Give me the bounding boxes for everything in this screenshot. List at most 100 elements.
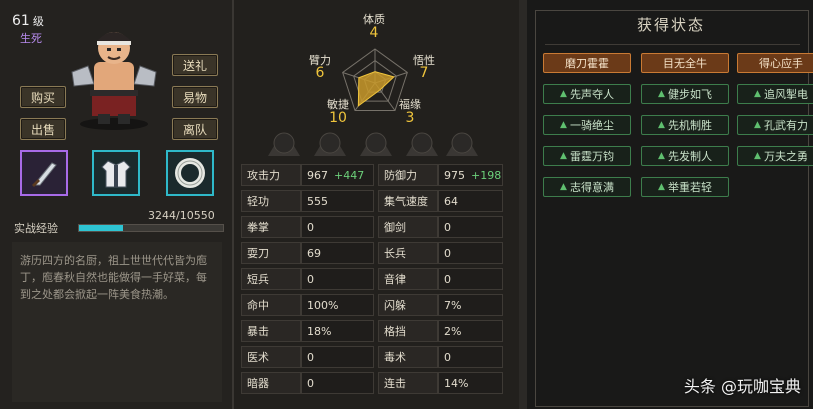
stat-value: 0	[301, 372, 374, 394]
stat-name: 音律	[378, 268, 438, 290]
status-tag-label: 先发制人	[667, 150, 712, 163]
experience-bar	[78, 224, 224, 232]
stat-name-text: 集气速度	[384, 195, 428, 208]
radar-value-constitution: 4	[369, 25, 379, 41]
up-arrow-icon: ▲	[658, 151, 665, 161]
stat-name: 暗器	[241, 372, 301, 394]
stat-value: 7%	[438, 294, 503, 316]
gem-socket-icon[interactable]	[264, 130, 304, 160]
up-arrow-icon: ▲	[754, 89, 761, 99]
stat-row: 轻功 555 集气速度 64	[241, 190, 503, 212]
stat-row: 攻击力 967 +447 防御力 975 +198	[241, 164, 503, 186]
gem-socket-icon[interactable]	[310, 130, 350, 160]
stat-value: 0	[438, 216, 503, 238]
up-arrow-icon: ▲	[658, 182, 665, 192]
stat-name: 耍刀	[241, 242, 301, 264]
stat-value: 0	[438, 268, 503, 290]
up-arrow-icon: ▲	[754, 151, 761, 161]
status-tag[interactable]: 目无全牛	[641, 53, 729, 73]
stat-value: 0	[438, 346, 503, 368]
stat-name-text: 闪躲	[384, 299, 406, 312]
status-tag[interactable]: ▲ 孔武有力	[737, 115, 813, 135]
stat-name-text: 连击	[384, 377, 406, 390]
status-tag-label: 志得意满	[569, 181, 614, 194]
stat-name-text: 御剑	[384, 221, 406, 234]
gift-button[interactable]: 送礼	[172, 54, 218, 76]
status-tag-label: 目无全牛	[663, 57, 707, 70]
status-tag-label: 追风掣电	[763, 88, 808, 101]
stat-row: 耍刀 69 长兵 0	[241, 242, 503, 264]
stat-name-text: 医术	[247, 351, 269, 364]
stat-value: 64	[438, 190, 503, 212]
stat-name: 医术	[241, 346, 301, 368]
stat-name-text: 音律	[384, 273, 406, 286]
character-level: 61 级	[12, 13, 44, 29]
stat-value-text: 0	[307, 272, 314, 286]
status-tag-label: 得心应手	[759, 57, 803, 70]
level-unit: 级	[32, 15, 44, 28]
stat-value-text: 0	[444, 350, 451, 364]
stat-name: 命中	[241, 294, 301, 316]
stat-name: 集气速度	[378, 190, 438, 212]
stat-value: 555	[301, 190, 374, 212]
up-arrow-icon: ▲	[754, 120, 761, 130]
stat-value-text: 0	[307, 350, 314, 364]
stat-value: 0	[438, 242, 503, 264]
status-panel-divider	[545, 44, 800, 45]
status-tag[interactable]: 磨刀霍霍	[543, 53, 631, 73]
stat-name-text: 格挡	[384, 325, 406, 338]
gem-socket-icon[interactable]	[356, 130, 396, 160]
status-tag[interactable]: ▲ 一骑绝尘	[543, 115, 631, 135]
leave-team-button[interactable]: 离队	[172, 118, 218, 140]
weapon-slot[interactable]	[20, 150, 68, 196]
stat-value-text: 14%	[444, 376, 469, 390]
stat-name-text: 长兵	[384, 247, 406, 260]
stat-name: 暴击	[241, 320, 301, 342]
gem-socket-icon[interactable]	[442, 130, 482, 160]
status-tag[interactable]: ▲ 万夫之勇	[737, 146, 813, 166]
stat-name: 拳掌	[241, 216, 301, 238]
buy-button[interactable]: 购买	[20, 86, 66, 108]
gem-socket-icon[interactable]	[402, 130, 442, 160]
stat-value: 967 +447	[301, 164, 374, 186]
stat-name-text: 攻击力	[247, 169, 280, 182]
character-avatar	[64, 14, 164, 132]
stat-name-text: 暗器	[247, 377, 269, 390]
armor-slot[interactable]	[92, 150, 140, 196]
trade-button[interactable]: 易物	[172, 86, 218, 108]
status-tag-label: 磨刀霍霍	[565, 57, 609, 70]
stat-value: 100%	[301, 294, 374, 316]
stat-value-text: 18%	[307, 324, 332, 338]
stat-row: 短兵 0 音律 0	[241, 268, 503, 290]
status-tag-label: 雷霆万钧	[569, 150, 614, 163]
status-tag[interactable]: ▲ 健步如飞	[641, 84, 729, 104]
stat-row: 拳掌 0 御剑 0	[241, 216, 503, 238]
stat-name-text: 耍刀	[247, 247, 269, 260]
stat-name: 攻击力	[241, 164, 301, 186]
status-tag[interactable]: 得心应手	[737, 53, 813, 73]
stat-name-text: 拳掌	[247, 221, 269, 234]
sell-button[interactable]: 出售	[20, 118, 66, 140]
status-tag-label: 健步如飞	[667, 88, 712, 101]
accessory-slot[interactable]	[166, 150, 214, 196]
status-tag[interactable]: ▲ 先声夺人	[543, 84, 631, 104]
radar-value-comprehension: 7	[419, 65, 429, 81]
status-tag[interactable]: ▲ 先机制胜	[641, 115, 729, 135]
status-tag-label: 举重若轻	[667, 181, 712, 194]
status-tag[interactable]: ▲ 先发制人	[641, 146, 729, 166]
stat-value-text: 0	[444, 246, 451, 260]
stat-name: 连击	[378, 372, 438, 394]
radar-value-strength: 6	[315, 65, 325, 81]
radar-value-fortune: 3	[405, 110, 415, 126]
status-tag[interactable]: ▲ 志得意满	[543, 177, 631, 197]
status-tag[interactable]: ▲ 雷霆万钧	[543, 146, 631, 166]
status-tag[interactable]: ▲ 举重若轻	[641, 177, 729, 197]
status-tag-label: 先声夺人	[569, 88, 614, 101]
stat-value-text: 0	[307, 376, 314, 390]
stat-name: 御剑	[378, 216, 438, 238]
stat-name-text: 暴击	[247, 325, 269, 338]
status-tag[interactable]: ▲ 追风掣电	[737, 84, 813, 104]
up-arrow-icon: ▲	[658, 89, 665, 99]
stat-value-text: 967	[307, 168, 328, 182]
robe-icon	[101, 160, 131, 188]
